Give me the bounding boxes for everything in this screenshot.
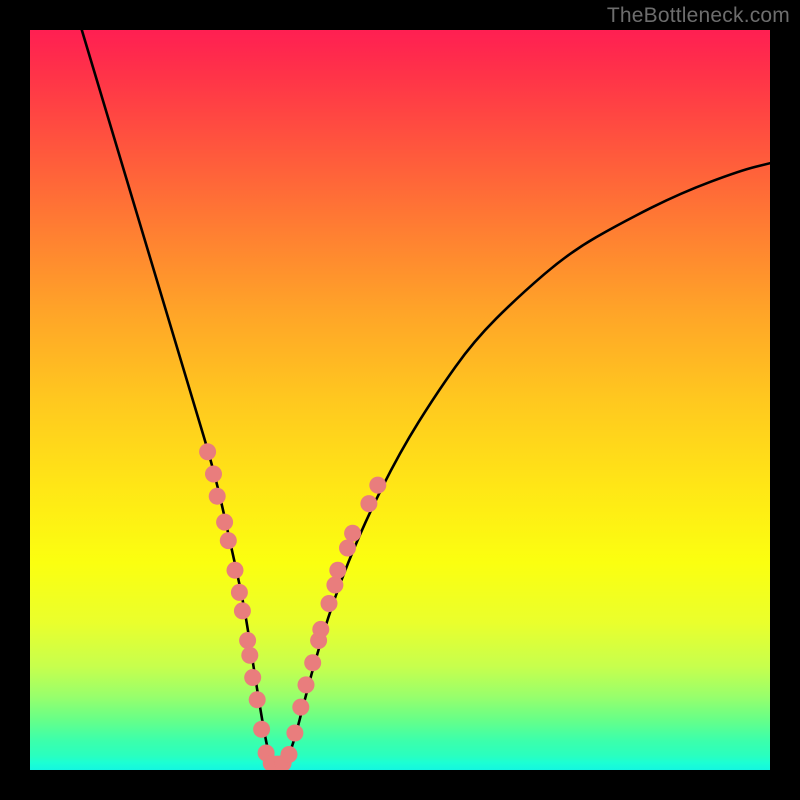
highlight-dot [239,632,256,649]
highlight-dot [234,602,251,619]
frame: TheBottleneck.com [0,0,800,800]
highlight-dot [231,584,248,601]
highlight-dot [220,532,237,549]
highlight-dot [216,514,233,531]
watermark-text: TheBottleneck.com [607,4,790,28]
highlight-dot [298,676,315,693]
highlight-dot [304,654,321,671]
highlight-dot [321,595,338,612]
highlight-dot [199,443,216,460]
highlight-dot [292,699,309,716]
highlight-dot [339,540,356,557]
chart-overlay [30,30,770,770]
highlight-dot [227,562,244,579]
highlight-dot [329,562,346,579]
highlight-dot [344,525,361,542]
highlight-dot [241,647,258,664]
highlight-dot [209,488,226,505]
highlight-dot [205,466,222,483]
bottleneck-curve [82,30,770,770]
highlight-dot [326,577,343,594]
highlight-dot [253,721,270,738]
highlight-dot [369,477,386,494]
highlight-dot [244,669,261,686]
highlight-dots-group [199,443,386,770]
plot-area [30,30,770,770]
highlight-dot [249,691,266,708]
highlight-dot [286,725,303,742]
highlight-dot [312,621,329,638]
highlight-dot [281,746,298,763]
highlight-dot [360,495,377,512]
